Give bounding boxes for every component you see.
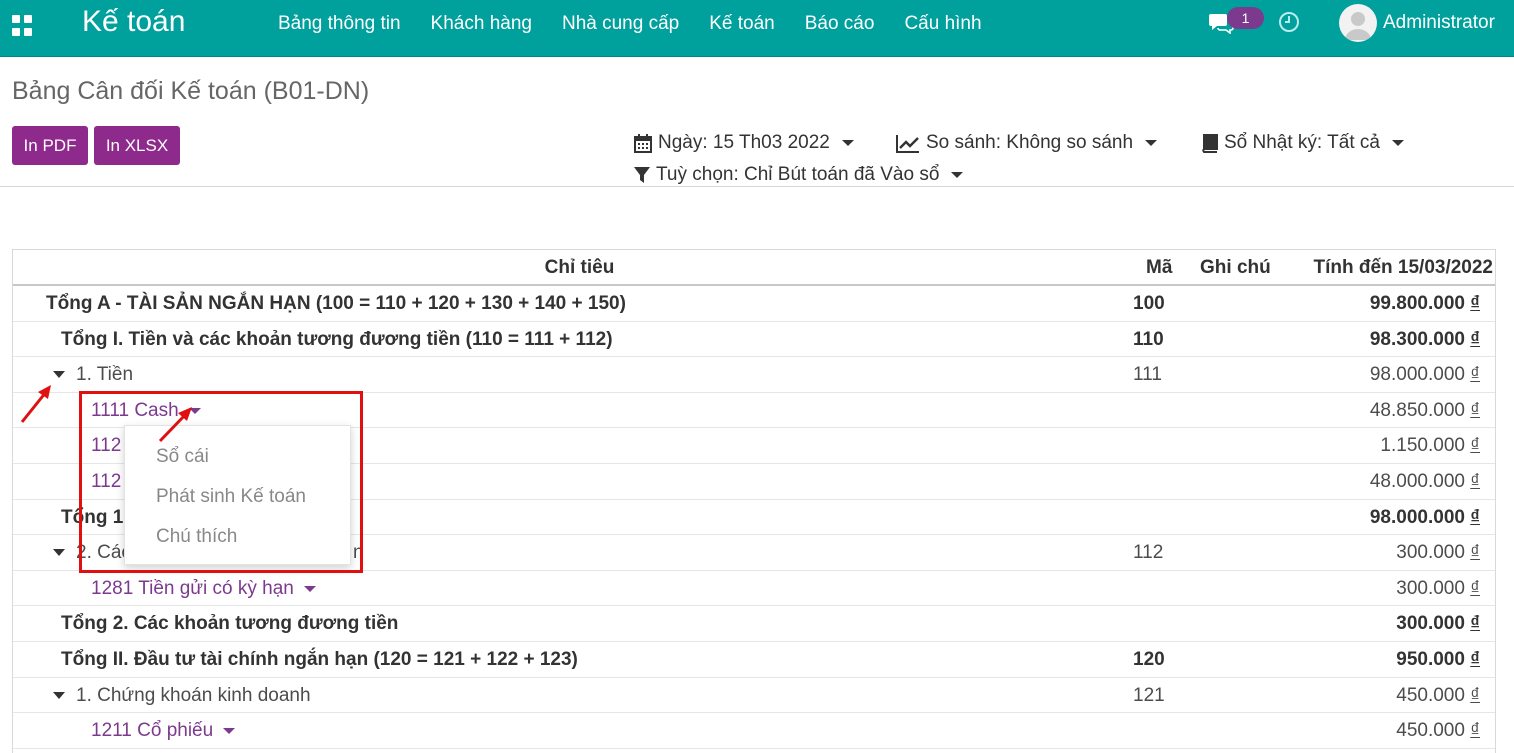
- control-panel-divider: [0, 186, 1514, 187]
- table-row: Tổng A - TÀI SẢN NGẮN HẠN (100 = 110 + 1…: [13, 286, 1495, 322]
- caret-down-icon[interactable]: [188, 407, 201, 414]
- app-title[interactable]: Kế toán: [82, 5, 185, 39]
- account-link[interactable]: 1281 Tiền gửi có kỳ hạn: [91, 578, 316, 600]
- user-avatar[interactable]: [1339, 4, 1377, 42]
- caret-down-icon: [951, 172, 964, 178]
- apps-grid-icon[interactable]: [12, 15, 34, 37]
- column-header-code: Mã: [1146, 257, 1173, 278]
- table-row[interactable]: 1211 Cổ phiếu 450.000 ₫: [13, 713, 1495, 749]
- row-name: Tổng II. Đầu tư tài chính ngắn hạn (120 …: [61, 648, 578, 670]
- menu-item-configuration[interactable]: Cấu hình: [904, 12, 981, 36]
- row-amount: 48.850.000 ₫: [1369, 399, 1480, 421]
- print-pdf-button[interactable]: In PDF: [12, 126, 88, 165]
- caret-down-icon[interactable]: [223, 728, 236, 735]
- table-row[interactable]: 1281 Tiền gửi có kỳ hạn 300.000 ₫: [13, 571, 1495, 607]
- menu-item-customers[interactable]: Khách hàng: [431, 12, 532, 36]
- compare-filter-dropdown[interactable]: So sánh: Không so sánh: [896, 131, 1158, 155]
- row-code: 120: [1133, 648, 1165, 670]
- row-amount: 1.150.000 ₫: [1380, 435, 1480, 457]
- user-name[interactable]: Administrator: [1383, 12, 1495, 34]
- row-amount: 300.000 ₫: [1396, 542, 1480, 564]
- row-amount: 48.000.000 ₫: [1369, 470, 1480, 492]
- account-link[interactable]: 1211 Cổ phiếu: [91, 720, 236, 742]
- row-amount: 950.000 ₫: [1396, 648, 1480, 670]
- dropdown-item-annotate[interactable]: Chú thích: [156, 526, 237, 548]
- activity-clock-icon[interactable]: [1278, 11, 1300, 33]
- date-filter-dropdown[interactable]: Ngày: 15 Th03 2022: [634, 131, 854, 155]
- menu-item-vendors[interactable]: Nhà cung cấp: [562, 12, 679, 36]
- caret-down-icon: [1145, 140, 1158, 146]
- table-row: Tổng 2. Các khoản tương đương tiền 300.0…: [13, 606, 1495, 642]
- table-row[interactable]: 1111 Cash 48.850.000 ₫: [13, 393, 1495, 429]
- journal-filter-label: Sổ Nhật ký: Tất cả: [1224, 132, 1380, 153]
- row-amount: 450.000 ₫: [1396, 720, 1480, 742]
- row-code: 111: [1133, 364, 1162, 386]
- account-link[interactable]: 112: [91, 471, 121, 493]
- row-name: 1. Chứng khoán kinh doanh: [76, 684, 311, 706]
- row-code: 121: [1133, 684, 1165, 706]
- main-menu: Bảng thông tin Khách hàng Nhà cung cấp K…: [278, 12, 982, 36]
- print-xlsx-button[interactable]: In XLSX: [94, 126, 180, 165]
- date-filter-label: Ngày: 15 Th03 2022: [658, 132, 830, 153]
- row-code: 110: [1133, 328, 1164, 350]
- chat-count-badge: 1: [1227, 7, 1264, 29]
- row-name-tail: n: [353, 542, 364, 564]
- row-amount: 99.800.000 ₫: [1369, 293, 1480, 314]
- row-amount: 98.000.000 ₫: [1369, 506, 1480, 528]
- row-amount: 98.000.000 ₫: [1369, 364, 1480, 386]
- row-amount: 300.000 ₫: [1396, 613, 1480, 635]
- filter-funnel-icon: [634, 167, 650, 183]
- caret-down-icon[interactable]: [303, 585, 316, 592]
- menu-item-accounting[interactable]: Kế toán: [709, 12, 775, 36]
- row-name: Tổng I. Tiền và các khoản tương đương ti…: [61, 328, 613, 350]
- row-name: 2. Các: [76, 542, 131, 564]
- options-filter-dropdown[interactable]: Tuỳ chọn: Chỉ Bút toán đã Vào sổ: [634, 163, 964, 187]
- row-name: Tổng 1.: [61, 506, 129, 528]
- table-header: Chỉ tiêu Mã Ghi chú Tính đến 15/03/2022: [13, 250, 1495, 286]
- caret-down-icon: [841, 140, 854, 146]
- row-amount: 300.000 ₫: [1396, 577, 1480, 599]
- line-chart-icon: [896, 134, 919, 153]
- row-code: 112: [1133, 542, 1164, 564]
- collapse-triangle-icon[interactable]: [53, 549, 65, 557]
- row-name: Tổng 2. Các khoản tương đương tiền: [61, 613, 399, 635]
- page-title: Bảng Cân đối Kế toán (B01-DN): [12, 77, 370, 105]
- row-amount: 98.300.000 ₫: [1369, 328, 1480, 350]
- journal-filter-dropdown[interactable]: Sổ Nhật ký: Tất cả: [1200, 131, 1404, 155]
- account-link[interactable]: 1111 Cash: [91, 400, 201, 422]
- table-row: Tổng II. Đầu tư tài chính ngắn hạn (120 …: [13, 642, 1495, 678]
- table-row[interactable]: 1. Chứng khoán kinh doanh 121 450.000 ₫: [13, 678, 1495, 714]
- menu-item-reporting[interactable]: Báo cáo: [805, 12, 875, 36]
- row-name: 1. Tiền: [76, 364, 134, 386]
- book-icon: [1202, 133, 1218, 153]
- row-code: 100: [1133, 293, 1165, 314]
- table-row[interactable]: 1. Tiền 111 98.000.000 ₫: [13, 357, 1495, 393]
- dropdown-item-journal-items[interactable]: Phát sinh Kế toán: [156, 486, 306, 508]
- account-actions-dropdown: Sổ cái Phát sinh Kế toán Chú thích: [124, 425, 351, 565]
- column-header-note: Ghi chú: [1200, 257, 1271, 278]
- menu-item-dashboard[interactable]: Bảng thông tin: [278, 12, 401, 36]
- collapse-triangle-icon[interactable]: [53, 691, 65, 699]
- row-amount: 450.000 ₫: [1396, 684, 1480, 706]
- user-avatar-icon: [1345, 12, 1371, 40]
- account-link[interactable]: 112: [91, 435, 121, 457]
- row-name: Tổng A - TÀI SẢN NGẮN HẠN (100 = 110 + 1…: [46, 293, 626, 314]
- calendar-icon: [634, 133, 652, 153]
- compare-filter-label: So sánh: Không so sánh: [926, 132, 1134, 153]
- top-navbar: Kế toán Bảng thông tin Khách hàng Nhà cu…: [0, 0, 1514, 57]
- collapse-triangle-icon[interactable]: [53, 371, 65, 379]
- table-row: Tổng I. Tiền và các khoản tương đương ti…: [13, 322, 1495, 358]
- column-header-name: Chỉ tiêu: [544, 257, 615, 278]
- caret-down-icon: [1391, 140, 1404, 146]
- chat-notifications[interactable]: 1: [1208, 7, 1264, 40]
- options-filter-label: Tuỳ chọn: Chỉ Bút toán đã Vào sổ: [656, 164, 940, 185]
- column-header-amount: Tính đến 15/03/2022: [1313, 257, 1493, 278]
- dropdown-item-general-ledger[interactable]: Sổ cái: [156, 446, 209, 468]
